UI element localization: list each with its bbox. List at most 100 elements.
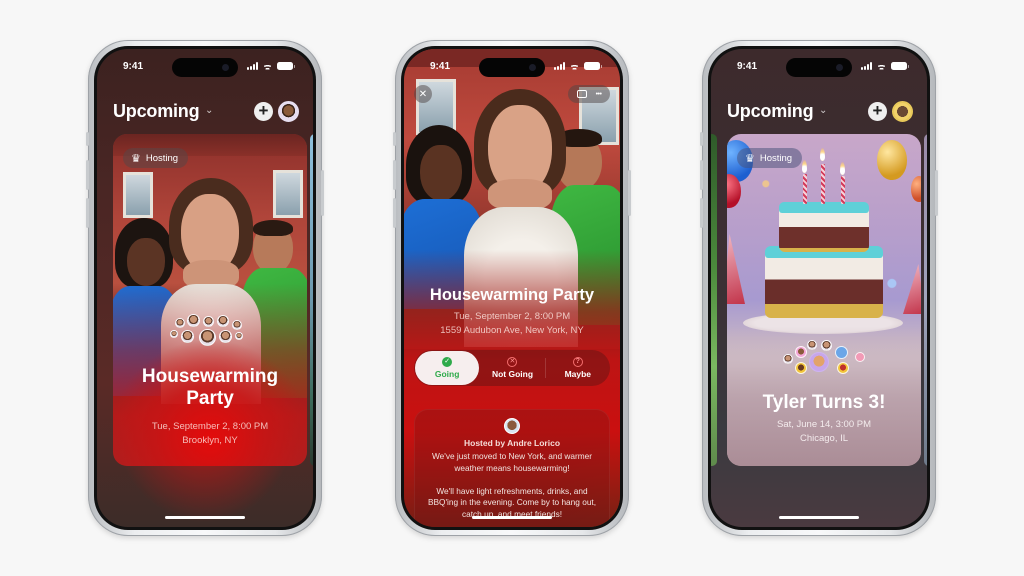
guest-avatar [235,332,243,340]
cellular-signal-icon [554,62,565,70]
hosting-label: Hosting [145,152,179,164]
event-datetime: Tue, September 2, 8:00 PM [453,311,571,322]
checkmark-icon: ✓ [442,357,453,367]
home-indicator[interactable] [779,516,859,519]
close-icon: ✕ [418,88,428,100]
status-time: 9:41 [430,61,451,72]
event-location: Brooklyn, NY [182,434,238,446]
event-title: Housewarming Party [113,366,307,410]
dynamic-island [786,58,852,77]
host-avatar[interactable] [504,418,520,434]
home-indicator[interactable] [165,516,245,519]
next-card-peek[interactable] [310,134,313,466]
edit-controls: ••• [568,85,610,103]
next-card-peek[interactable] [924,134,927,466]
add-event-button[interactable]: + [868,102,887,121]
screen: 9:41 Upcoming ⌄ + [711,49,927,527]
event-description: We've just moved to New York, and warmer… [423,451,601,521]
event-title-line2: Party [186,387,234,409]
hosting-badge: ♛ Hosting [737,148,803,168]
battery-icon [277,62,295,70]
previous-card-peek[interactable] [711,134,717,466]
crown-icon: ♛ [745,152,755,165]
rsvp-maybe-button[interactable]: ? Maybe [546,350,610,386]
guest-avatar [232,320,242,330]
guest-avatar [821,340,832,351]
host-avatar [809,352,829,372]
photo-edit-icon[interactable] [576,90,587,98]
hosting-label: Hosting [759,152,793,164]
guest-avatar [203,316,214,327]
event-location: Chicago, IL [799,432,849,444]
event-details: Sat, June 14, 3:00 PM Chicago, IL [727,418,921,446]
rsvp-not-going-label: Not Going [491,369,534,379]
wifi-icon [569,62,580,70]
dynamic-island [172,58,238,77]
guest-avatar [835,346,848,359]
dynamic-island [479,58,545,77]
hosting-badge: ♛ Hosting [123,148,189,168]
marketing-stage: 9:41 Upcoming ⌄ + ♛ Hosting Housewarming… [0,0,1024,576]
rsvp-selector: ✓ Going ✕ Not Going ? Maybe [414,350,610,386]
home-indicator[interactable] [472,516,552,519]
guest-avatar [175,318,185,328]
battery-icon [584,62,602,70]
screen: 9:41 Upcoming ⌄ + [97,49,313,527]
phone-upcoming-birthday: 9:41 Upcoming ⌄ + ♛ Hosting Tyler Turns … [700,40,938,536]
event-datetime: Tue, September 2, 8:00 PM [151,421,269,432]
upcoming-header: Upcoming ⌄ + [113,101,299,125]
phone-upcoming-list: 9:41 Upcoming ⌄ + ♛ Hosting Housewarming… [86,40,324,536]
event-details: Tue, September 2, 8:00 PM 1559 Audubon A… [404,310,620,338]
event-title-line1: Housewarming [141,366,279,387]
status-time: 9:41 [737,61,758,72]
chevron-down-icon[interactable]: ⌄ [819,105,827,116]
event-card-housewarming[interactable]: ♛ Hosting Housewarming Party Tue, Septem… [113,134,307,466]
guest-avatars[interactable] [169,314,259,356]
wifi-icon [262,62,273,70]
cellular-signal-icon [247,62,258,70]
wifi-icon [876,62,887,70]
battery-icon [891,62,909,70]
rsvp-going-label: Going [434,369,460,379]
question-icon: ? [572,357,583,367]
guest-avatar [170,330,178,338]
event-datetime: Sat, June 14, 3:00 PM [776,419,871,430]
guest-avatar [181,330,194,343]
event-card-tyler-turns-3[interactable]: ♛ Hosting Tyler Turns 3! Sat, June 14, 3… [727,134,921,466]
guest-avatar [837,362,849,374]
guest-avatar [217,315,229,327]
rsvp-maybe-label: Maybe [564,369,592,379]
phone-event-detail: 9:41 ✕ ••• Housewarming Party Tue, Septe… [393,40,631,536]
event-details: Tue, September 2, 8:00 PM Brooklyn, NY [113,420,307,448]
xmark-icon: ✕ [507,357,518,367]
page-title[interactable]: Upcoming [727,101,814,122]
host-name: Hosted by Andre Lorico [463,438,561,448]
upcoming-header: Upcoming ⌄ + [727,101,913,125]
guest-avatar [187,314,200,327]
chevron-down-icon[interactable]: ⌄ [205,105,213,116]
page-title[interactable]: Upcoming [113,101,200,122]
event-description-card: Hosted by Andre Lorico We've just moved … [414,409,610,527]
guest-avatars[interactable] [783,340,873,380]
guest-avatar [795,362,807,374]
more-icon[interactable]: ••• [596,91,602,98]
cellular-signal-icon [861,62,872,70]
guest-avatar [795,346,807,358]
description-paragraph: We've just moved to New York, and warmer… [431,451,593,473]
guest-avatar [219,330,232,343]
guest-avatar [783,354,793,364]
profile-avatar-button[interactable] [278,101,299,122]
host-avatar [199,329,216,346]
crown-icon: ♛ [131,152,141,165]
guest-avatar [807,340,817,350]
event-title: Tyler Turns 3! [762,392,886,413]
status-time: 9:41 [123,61,144,72]
close-button[interactable]: ✕ [414,85,432,103]
rsvp-going-button[interactable]: ✓ Going [415,351,480,385]
rsvp-not-going-button[interactable]: ✕ Not Going [480,350,544,386]
profile-avatar-button[interactable] [892,101,913,122]
event-title: Housewarming Party [429,286,595,304]
add-event-button[interactable]: + [254,102,273,121]
screen: 9:41 ✕ ••• Housewarming Party Tue, Septe… [404,49,620,527]
event-address[interactable]: 1559 Audubon Ave, New York, NY [404,324,620,338]
